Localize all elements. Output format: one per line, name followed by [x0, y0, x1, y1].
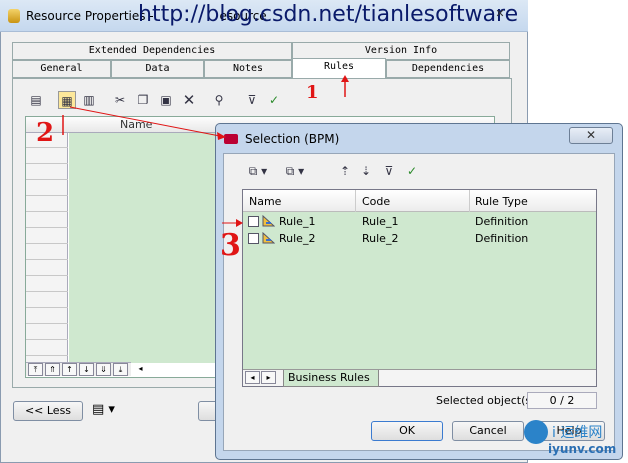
row-checkbox[interactable] — [248, 233, 259, 244]
annotation-step-3: 3 — [220, 228, 241, 263]
move-down-icon[interactable]: ↓ — [79, 363, 94, 376]
add-objects-icon[interactable]: ▦ — [58, 91, 76, 109]
print-dropdown-icon[interactable]: ▤ ▾ — [92, 402, 122, 420]
dialog-title: Selection (BPM) — [245, 132, 340, 146]
annotation-step-2: 2 — [36, 118, 55, 148]
deselect-dropdown-icon[interactable]: ⧉ ▾ — [280, 162, 310, 180]
properties-icon[interactable]: ▤ — [27, 91, 45, 109]
tab-notes[interactable]: Notes — [204, 60, 292, 78]
tab-dependencies[interactable]: Dependencies — [386, 60, 510, 78]
grid-row[interactable] — [26, 309, 68, 324]
tab-business-rules[interactable]: Business Rules — [283, 370, 379, 387]
selected-count-value: 0 / 2 — [527, 392, 597, 409]
rule-code: Rule_1 — [362, 215, 399, 228]
window-close-button[interactable]: ✕ — [486, 7, 514, 21]
tab-rules[interactable]: Rules — [292, 58, 386, 78]
find-icon[interactable]: ⚲ — [210, 91, 228, 109]
dialog-close-button[interactable]: ✕ — [569, 127, 613, 144]
grid-row[interactable] — [26, 165, 68, 180]
delete-icon[interactable]: ✕ — [180, 91, 198, 109]
filter-icon[interactable]: ⊽ — [243, 91, 261, 109]
filter-check-icon[interactable]: ✓ — [265, 91, 283, 109]
grid-row[interactable] — [26, 229, 68, 244]
selected-count-label: Selected object(s): — [436, 394, 540, 407]
grid-row[interactable] — [26, 213, 68, 228]
move-up-icon[interactable]: ↑ — [62, 363, 77, 376]
sort-asc-icon[interactable]: ⇡ — [336, 162, 354, 180]
grid-row-headers — [26, 133, 68, 363]
grid-row[interactable] — [26, 197, 68, 212]
paste-icon[interactable]: ▣ — [157, 91, 175, 109]
rule-icon — [262, 215, 275, 227]
rule-code: Rule_2 — [362, 232, 399, 245]
move-page-up-icon[interactable]: ⇑ — [45, 363, 60, 376]
rule-name[interactable]: Rule_1 — [279, 215, 315, 228]
filter-check-icon[interactable]: ✓ — [403, 162, 421, 180]
column-name-header[interactable]: Name — [249, 195, 281, 208]
column-divider — [355, 190, 356, 212]
grid-row[interactable] — [26, 293, 68, 308]
grid-name-column-cells[interactable] — [69, 133, 229, 363]
copy-icon[interactable]: ❐ — [134, 91, 152, 109]
column-code-header[interactable]: Code — [362, 195, 390, 208]
grid-row[interactable] — [26, 341, 68, 356]
column-rule-type-header[interactable]: Rule Type — [475, 195, 528, 208]
grid-row[interactable] — [26, 181, 68, 196]
scroll-left-icon[interactable]: ◂ — [133, 363, 148, 376]
column-divider — [469, 190, 470, 212]
select-all-dropdown-icon[interactable]: ⧉ ▾ — [243, 162, 273, 180]
less-button[interactable]: << Less — [13, 401, 83, 421]
tab-scroll-left-icon[interactable]: ◂ — [245, 371, 260, 384]
grid-row[interactable] — [26, 277, 68, 292]
cut-icon[interactable]: ✂ — [111, 91, 129, 109]
tab-data[interactable]: Data — [111, 60, 204, 78]
create-object-icon[interactable]: ▥ — [80, 91, 98, 109]
row-checkbox[interactable] — [248, 216, 259, 227]
grid-row[interactable] — [26, 325, 68, 340]
cancel-button[interactable]: Cancel — [452, 421, 524, 441]
move-top-icon[interactable]: ⤒ — [28, 363, 43, 376]
list-header — [243, 190, 596, 212]
rule-icon — [262, 232, 275, 244]
watermark-url: http://blog.csdn.net/tianlesoftware — [138, 2, 519, 27]
tab-general[interactable]: General — [12, 60, 111, 78]
move-bottom-icon[interactable]: ⤓ — [113, 363, 128, 376]
annotation-step-1: 1 — [306, 82, 319, 103]
site-logo: i 运维网 iyunv.com — [522, 420, 626, 460]
logo-url: iyunv.com — [548, 442, 617, 456]
rule-type: Definition — [475, 232, 529, 245]
resource-icon — [8, 9, 20, 23]
grid-row[interactable] — [26, 261, 68, 276]
rule-type: Definition — [475, 215, 529, 228]
grid-column-name[interactable]: Name — [120, 118, 152, 131]
tab-scroll-right-icon[interactable]: ▸ — [261, 371, 276, 384]
move-page-down-icon[interactable]: ⇓ — [96, 363, 111, 376]
grid-row[interactable] — [26, 245, 68, 260]
filter-icon[interactable]: ⊽ — [380, 162, 398, 180]
grid-row[interactable] — [26, 149, 68, 164]
sort-desc-icon[interactable]: ⇣ — [357, 162, 375, 180]
logo-mark-icon — [524, 420, 548, 444]
logo-text: i 运维网 — [552, 425, 603, 441]
tab-extended-dependencies[interactable]: Extended Dependencies — [12, 42, 292, 60]
ok-button[interactable]: OK — [371, 421, 443, 441]
rule-name[interactable]: Rule_2 — [279, 232, 315, 245]
dialog-icon — [224, 134, 238, 144]
